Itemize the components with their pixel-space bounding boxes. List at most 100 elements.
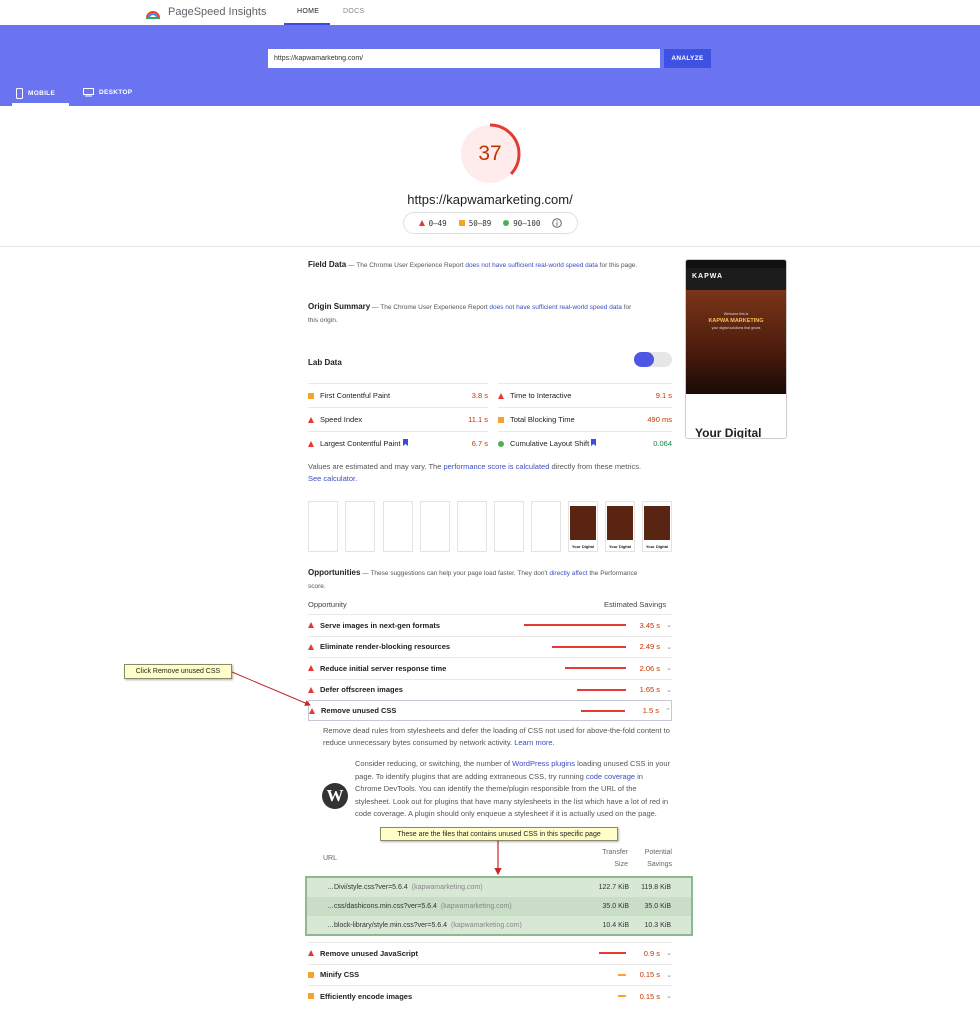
savings-bar <box>580 709 625 712</box>
filmstrip-frame <box>345 501 375 552</box>
opportunity-row[interactable]: Efficiently encode images 0.15 s ⌄ <box>308 985 672 1006</box>
opportunity-column-header: Opportunity <box>308 600 347 609</box>
average-square-icon <box>458 220 465 226</box>
savings-bar <box>552 645 626 648</box>
chevron-up-icon[interactable]: ⌃ <box>659 707 671 715</box>
poor-triangle-icon <box>308 643 314 650</box>
info-icon[interactable] <box>552 218 563 228</box>
screenshot-hero-image: KAPWA Welcome this is KAPWA MARKETING yo… <box>686 273 786 394</box>
savings-bar <box>577 688 626 691</box>
opportunity-row[interactable]: Minify CSS 0.15 s ⌄ <box>308 963 672 985</box>
section-divider <box>0 246 980 247</box>
metric-label: Time to Interactive <box>510 391 572 400</box>
directly-affect-link[interactable]: directly affect <box>549 570 587 577</box>
chevron-down-icon[interactable]: ⌄ <box>660 664 672 672</box>
average-square-icon <box>308 993 314 999</box>
filmstrip-frame <box>531 501 561 552</box>
score-gauge: 37 <box>458 122 522 186</box>
poor-triangle-icon <box>498 392 504 399</box>
opportunity-row[interactable]: Eliminate render-blocking resources 2.49 … <box>308 635 672 657</box>
row-potential-savings: 35.0 KiB <box>644 903 671 910</box>
tab-desktop-label: DESKTOP <box>99 89 133 96</box>
metrics-view-toggle[interactable] <box>634 352 672 367</box>
callout-unused-css-files: These are the files that contains unused… <box>380 827 618 841</box>
poor-triangle-icon <box>308 622 314 628</box>
average-square-icon <box>308 971 314 978</box>
bookmark-icon <box>591 439 597 446</box>
metric-value: 6.7 s <box>471 439 488 448</box>
row-domain: (kapwamarketing.com) <box>411 884 483 891</box>
tab-mobile-label: MOBILE <box>28 90 56 97</box>
transfer-size-column-header: Transfer Size <box>602 849 628 868</box>
url-column-header: URL <box>323 855 338 862</box>
chevron-down-icon[interactable]: ⌄ <box>660 971 672 979</box>
metric-label: Total Blocking Time <box>510 415 575 424</box>
tab-home[interactable]: HOME <box>297 8 319 15</box>
filmstrip-caption: Your Digital <box>608 544 632 549</box>
opportunity-savings: 0.15 s <box>639 991 660 1001</box>
analyze-button[interactable]: ANALYZE <box>664 49 711 68</box>
metric-tti: Time to Interactive 9.1 s <box>498 383 672 407</box>
poor-triangle-icon <box>308 440 314 447</box>
chevron-down-icon[interactable]: ⌄ <box>660 621 672 629</box>
row-url: …css/dashicons.min.css?ver=5.6.4 <box>327 903 437 910</box>
opportunity-label: Reduce initial server response time <box>320 663 447 673</box>
opportunity-row[interactable]: Remove unused CSS 1.5 s ⌃ <box>308 700 672 721</box>
bookmark-icon <box>402 439 408 446</box>
desktop-icon <box>83 88 94 97</box>
field-data-title: Field Data <box>308 260 347 269</box>
legend-good: 90–100 <box>513 218 541 228</box>
field-data-link[interactable]: does not have sufficient real-world spee… <box>465 262 598 269</box>
callout-click-remove-unused-css: Click Remove unused CSS <box>124 664 232 679</box>
row-domain: (kapwamarketing.com) <box>440 903 512 910</box>
performance-score-link[interactable]: performance score is calculated <box>443 462 549 471</box>
wordpress-advice: Consider reducing, or switching, the num… <box>355 759 671 818</box>
opportunity-savings: 0.15 s <box>639 970 660 979</box>
table-row[interactable]: …css/dashicons.min.css?ver=5.6.4 (kapwama… <box>307 897 691 916</box>
wordpress-icon: W <box>322 783 348 809</box>
filmstrip-frame: Your Digital <box>605 501 635 552</box>
opportunity-row[interactable]: Remove unused JavaScript 0.9 s ⌄ <box>308 942 672 963</box>
good-circle-icon <box>503 220 510 226</box>
lab-data-title: Lab Data <box>308 358 342 367</box>
opportunity-row[interactable]: Defer offscreen images 1.65 s ⌄ <box>308 678 672 700</box>
opportunity-label: Eliminate render-blocking resources <box>320 642 451 651</box>
table-row[interactable]: …block-library/style.min.css?ver=5.6.4 (k… <box>307 916 691 935</box>
final-screenshot: KAPWA Welcome this is KAPWA MARKETING yo… <box>685 259 787 439</box>
metric-value: 0.064 <box>653 439 672 448</box>
score-legend: 0–49 50–89 90–100 <box>403 212 578 234</box>
table-row[interactable]: …Divi/style.css?ver=5.6.4 (kapwamarketing… <box>307 878 691 897</box>
chevron-down-icon[interactable]: ⌄ <box>660 992 672 1000</box>
brand-name: PageSpeed Insights <box>168 6 267 18</box>
row-url: …block-library/style.min.css?ver=5.6.4 <box>327 922 448 929</box>
opportunity-label: Remove unused JavaScript <box>320 948 418 958</box>
tab-mobile-indicator <box>12 103 69 106</box>
opportunity-row[interactable]: Serve images in next-gen formats 3.45 s ⌄ <box>308 614 672 635</box>
learn-more-link[interactable]: Learn more. <box>514 738 554 747</box>
origin-summary-link[interactable]: does not have sufficient real-world spee… <box>489 304 622 311</box>
savings-bar <box>599 952 626 954</box>
preview-welcome: Welcome this is <box>723 312 749 316</box>
chevron-down-icon[interactable]: ⌄ <box>660 686 672 694</box>
good-circle-icon <box>498 440 504 447</box>
savings-column-header: Estimated Savings <box>604 600 667 609</box>
url-input[interactable] <box>268 49 660 68</box>
metric-value: 9.1 s <box>655 391 672 400</box>
opportunities-title: Opportunities <box>308 568 361 577</box>
tab-desktop[interactable]: DESKTOP <box>83 88 132 97</box>
opportunity-row[interactable]: Reduce initial server response time 2.06 … <box>308 657 672 678</box>
see-calculator-link[interactable]: See calculator. <box>308 474 357 483</box>
metric-label: Speed Index <box>320 415 363 424</box>
filmstrip-caption: Your Digital <box>571 544 595 549</box>
chevron-down-icon[interactable]: ⌄ <box>660 643 672 651</box>
tab-docs[interactable]: DOCS <box>343 8 364 15</box>
savings-bar <box>524 624 626 626</box>
wordpress-plugins-link[interactable]: WordPress plugins <box>512 759 575 768</box>
tab-mobile[interactable]: MOBILE <box>16 88 55 99</box>
chevron-down-icon[interactable]: ⌄ <box>660 949 672 957</box>
code-coverage-link[interactable]: code coverage <box>586 772 635 781</box>
field-data-desc: — The Chrome User Experience Report <box>346 262 466 269</box>
list-view-icon[interactable] <box>634 352 654 367</box>
metric-tbt: Total Blocking Time 490 ms <box>498 407 672 431</box>
metric-value: 3.8 s <box>471 391 488 400</box>
